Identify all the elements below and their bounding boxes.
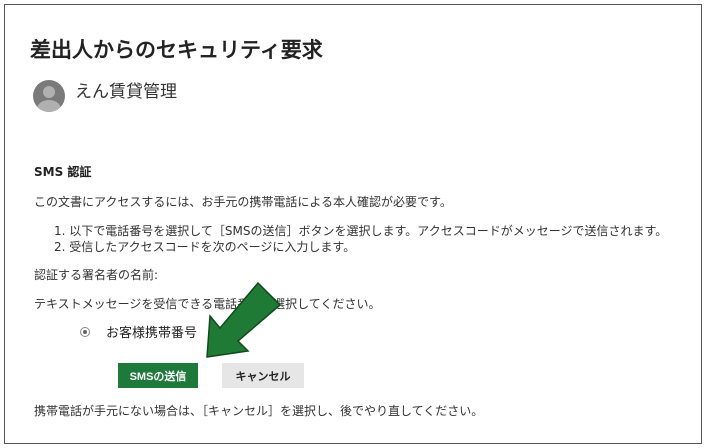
step-1: 1. 以下で電話番号を選択して［SMSの送信］ボタンを選択します。アクセスコード… xyxy=(54,224,668,238)
signer-label: 認証する署名者の名前: xyxy=(34,268,159,282)
sender-name: えん賃貸管理 xyxy=(75,81,177,102)
intro-text: この文書にアクセスするには、お手元の携帯電話による本人確認が必要です。 xyxy=(34,195,452,209)
user-avatar-icon xyxy=(33,80,65,112)
step-2: 2. 受信したアクセスコードを次のページに入力します。 xyxy=(54,240,356,254)
phone-radio[interactable] xyxy=(80,326,90,337)
phone-option[interactable]: お客様携帯番号 xyxy=(80,322,197,341)
sender-row: えん賃貸管理 xyxy=(33,80,177,112)
section-title: SMS 認証 xyxy=(34,165,92,179)
footer-text: 携帯電話が手元にない場合は、［キャンセル］を選択し、後でやり直してください。 xyxy=(34,404,484,418)
cancel-button[interactable]: キャンセル xyxy=(222,363,304,388)
phone-option-label: お客様携帯番号 xyxy=(106,326,198,341)
select-prompt: テキストメッセージを受信できる電話番号を選択してください。 xyxy=(34,297,381,311)
page-title: 差出人からのセキュリティ要求 xyxy=(30,38,323,62)
send-sms-button[interactable]: SMSの送信 xyxy=(118,363,198,388)
